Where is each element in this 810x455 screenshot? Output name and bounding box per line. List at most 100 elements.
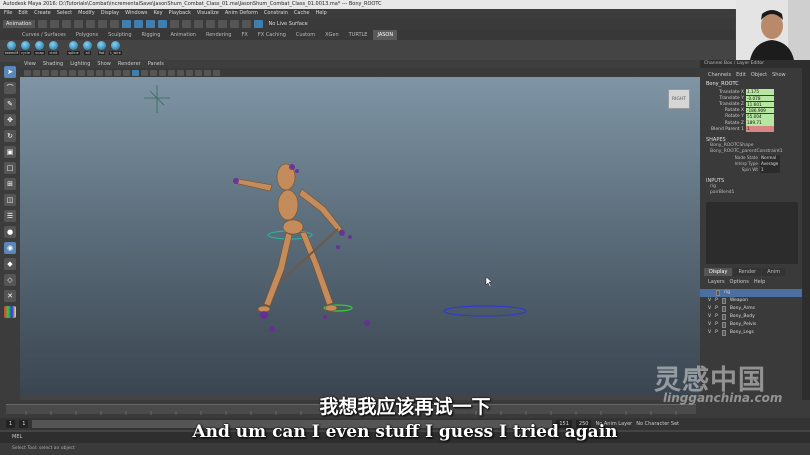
shelf-tab-rigging[interactable]: Rigging — [138, 30, 165, 40]
shelf-button-all[interactable]: all — [82, 41, 93, 55]
shelf-button-cycle[interactable]: cycle — [19, 41, 32, 55]
select-component-icon[interactable] — [121, 20, 131, 28]
menu-edit[interactable]: Edit — [18, 9, 28, 18]
trash-icon[interactable]: ✕ — [4, 290, 16, 302]
menu-cache[interactable]: Cache — [294, 9, 310, 18]
move-tool-icon[interactable]: ✥ — [4, 114, 16, 126]
shelf-tab-xgen[interactable]: XGen — [321, 30, 343, 40]
rotate-tool-icon[interactable]: ↻ — [4, 130, 16, 142]
side-tabs-strip[interactable] — [802, 60, 810, 400]
layer-color-swatch[interactable] — [721, 330, 726, 337]
layer-tab-display[interactable]: Display — [704, 268, 733, 277]
select-object-icon[interactable] — [109, 20, 119, 28]
menu-modify[interactable]: Modify — [78, 9, 95, 18]
cb-menu-channels[interactable]: Channels — [708, 72, 731, 78]
panel-menu-shading[interactable]: Shading — [43, 60, 63, 68]
layer-row[interactable]: rig — [700, 289, 802, 298]
shelf-tab-polygons[interactable]: Polygons — [72, 30, 102, 40]
input-item[interactable]: pairBlend1 — [700, 190, 802, 196]
menu-key[interactable]: Key — [153, 9, 162, 18]
film-gate-icon[interactable] — [69, 69, 76, 76]
menu-select[interactable]: Select — [57, 9, 72, 18]
snap-grid-icon[interactable] — [169, 20, 179, 28]
perspective-viewport[interactable]: RIGHT — [20, 77, 700, 395]
motion-blur-icon[interactable] — [177, 69, 184, 76]
layer-color-swatch[interactable] — [716, 290, 720, 297]
layer-menu-layers[interactable]: Layers — [708, 279, 725, 285]
shelf-tab-custom[interactable]: Custom — [292, 30, 319, 40]
shelf-button-tweenm[interactable]: tweenM — [3, 41, 20, 55]
mode-selector[interactable]: Animation — [3, 20, 35, 28]
menu-create[interactable]: Create — [34, 9, 51, 18]
paint-tool-icon[interactable]: ✎ — [4, 98, 16, 110]
menu-constrain[interactable]: Constrain — [264, 9, 288, 18]
symmetry-icon[interactable] — [253, 20, 263, 28]
layer-row[interactable]: V P Weapon — [700, 297, 802, 305]
shelf-tab-jason[interactable]: JASON — [373, 30, 398, 40]
resolution-gate-icon[interactable] — [78, 69, 85, 76]
select-hierarchy-icon[interactable] — [97, 20, 107, 28]
grid-toggle-icon[interactable] — [60, 69, 67, 76]
layer-color-swatch[interactable] — [721, 314, 726, 321]
layer-row[interactable]: V P Bony_Legs — [700, 329, 802, 337]
layer-color-swatch[interactable] — [721, 298, 726, 305]
single-view-icon[interactable]: □ — [4, 162, 16, 174]
panel-menu-renderer[interactable]: Renderer — [118, 60, 141, 68]
attr-row[interactable]: Blend Parent 11 — [700, 126, 802, 132]
render-settings-icon[interactable] — [241, 20, 251, 28]
camera-attr-icon[interactable] — [33, 69, 40, 76]
shelf-button-spline[interactable]: spline — [67, 41, 80, 55]
image-plane-icon[interactable] — [51, 69, 58, 76]
snap-point-icon[interactable] — [193, 20, 203, 28]
layer-row[interactable]: V P Bony_Pelvis — [700, 321, 802, 329]
layer-row[interactable]: V P Bony_Body — [700, 313, 802, 321]
field-chart-icon[interactable] — [96, 69, 103, 76]
shelf-tab-rendering[interactable]: Rendering — [202, 30, 236, 40]
menu-file[interactable]: File — [4, 9, 12, 18]
new-scene-icon[interactable] — [37, 20, 47, 28]
four-view-icon[interactable]: ⊞ — [4, 178, 16, 190]
menu-playback[interactable]: Playback — [169, 9, 191, 18]
layer-menu-help[interactable]: Help — [754, 279, 765, 285]
isolate-select-icon[interactable] — [195, 69, 202, 76]
cb-menu-edit[interactable]: Edit — [736, 72, 746, 78]
shelf-button-twire[interactable]: t_wire — [109, 41, 122, 55]
lights-icon[interactable] — [150, 69, 157, 76]
ao-icon[interactable] — [168, 69, 175, 76]
panel-menu-view[interactable]: View — [24, 60, 36, 68]
bookmark-icon[interactable] — [42, 69, 49, 76]
shelf-tab-turtle[interactable]: TURTLE — [345, 30, 372, 40]
shelf-button-flat[interactable]: flat — [96, 41, 107, 55]
save-scene-icon[interactable] — [61, 20, 71, 28]
layer-tab-anim[interactable]: Anim — [762, 268, 786, 277]
menu-help[interactable]: Help — [315, 9, 326, 18]
key-icon[interactable]: ◆ — [4, 258, 16, 270]
layer-menu-options[interactable]: Options — [730, 279, 749, 285]
cb-menu-show[interactable]: Show — [772, 72, 786, 78]
panel-menu-panels[interactable]: Panels — [148, 60, 164, 68]
smooth-shade-icon[interactable] — [132, 69, 139, 76]
undo-icon[interactable] — [73, 20, 83, 28]
layer-tab-render[interactable]: Render — [733, 268, 762, 277]
select-by-type-icon[interactable] — [133, 20, 143, 28]
menu-windows[interactable]: Windows — [125, 9, 147, 18]
panel-menu-lighting[interactable]: Lighting — [70, 60, 90, 68]
menu-anim-deform[interactable]: Anim Deform — [225, 9, 258, 18]
layer-color-swatch[interactable] — [721, 322, 726, 329]
viewcube[interactable]: RIGHT — [668, 89, 690, 109]
render-icon[interactable] — [217, 20, 227, 28]
snap-curve-icon[interactable] — [181, 20, 191, 28]
safe-title-icon[interactable] — [114, 69, 121, 76]
textured-icon[interactable] — [141, 69, 148, 76]
redo-icon[interactable] — [85, 20, 95, 28]
live-surface-label[interactable]: No Live Surface — [269, 21, 308, 27]
persp-graph-icon[interactable]: ◫ — [4, 194, 16, 206]
xray-joints-icon[interactable] — [213, 69, 220, 76]
outliner-view-icon[interactable]: ☰ — [4, 210, 16, 222]
breakdown-icon[interactable]: ◇ — [4, 274, 16, 286]
gate-mask-icon[interactable] — [87, 69, 94, 76]
shadows-icon[interactable] — [159, 69, 166, 76]
open-scene-icon[interactable] — [49, 20, 59, 28]
select-joints-icon[interactable] — [145, 20, 155, 28]
lasso-tool-icon[interactable]: ⌒ — [4, 82, 16, 94]
